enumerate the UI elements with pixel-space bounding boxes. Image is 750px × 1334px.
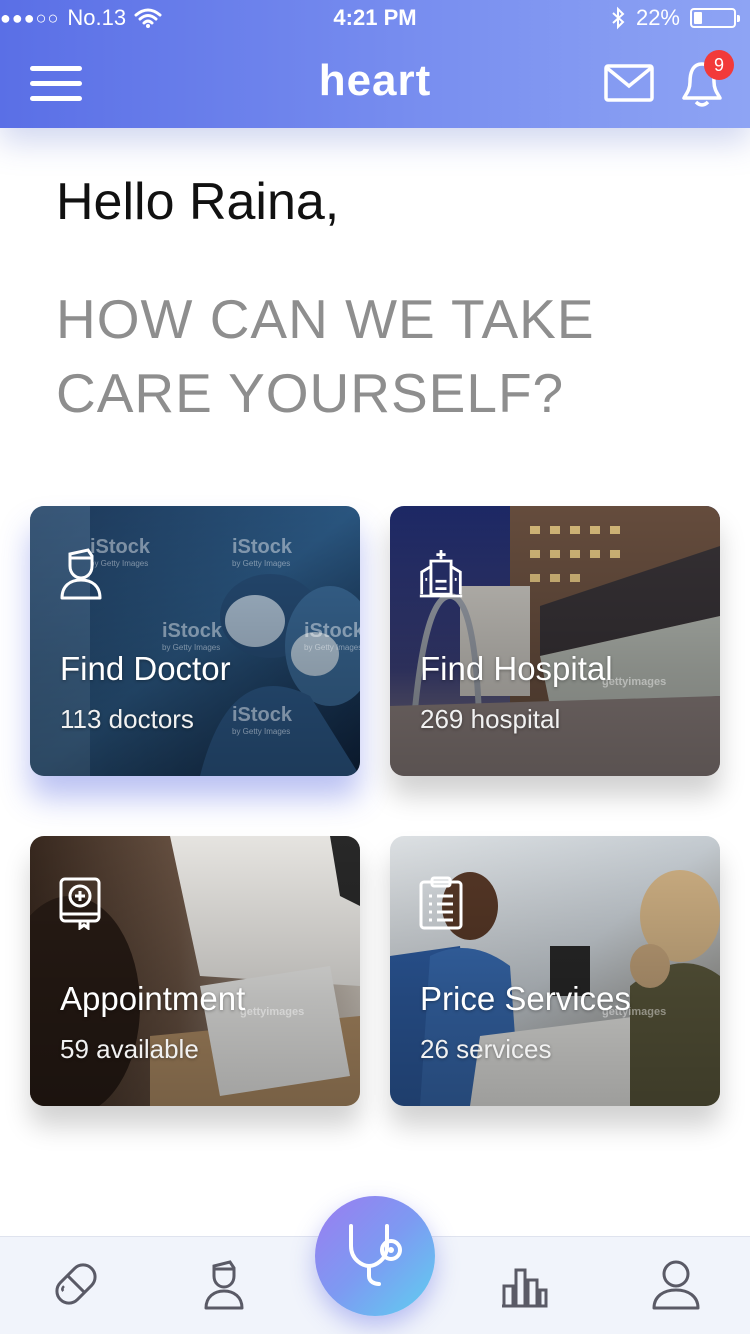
chart-icon[interactable] xyxy=(496,1256,552,1312)
tagline-text: HOW CAN WE TAKE CARE YOURSELF? xyxy=(56,288,595,424)
watermark-text: iStock xyxy=(232,704,293,726)
hospital-icon xyxy=(419,550,463,598)
card-title: Find Hospital xyxy=(420,650,613,687)
watermark: gettyimages xyxy=(240,1006,305,1018)
card-subtitle: 269 hospital xyxy=(420,704,561,734)
bluetooth-icon xyxy=(612,6,625,30)
battery-percent: 22% xyxy=(635,5,680,30)
appointment-card[interactable]: gettyimages Appointment 59 available xyxy=(30,836,360,1106)
card-title: Price Services xyxy=(420,980,631,1017)
doctor-icon[interactable] xyxy=(196,1256,252,1312)
watermark-sub: by Getty Images xyxy=(304,643,360,652)
watermark-text: iStock xyxy=(232,536,293,558)
find-doctor-card[interactable]: iStock by Getty Images iStock by Getty Ima… xyxy=(30,506,360,776)
user-icon[interactable] xyxy=(648,1256,704,1312)
watermark: iStock by Getty Images xyxy=(232,704,292,736)
doctor-icon xyxy=(60,548,102,600)
price-services-card[interactable]: gettyimages Price Services 26 services xyxy=(390,836,720,1106)
watermark-text: iStock xyxy=(162,620,223,642)
watermark-text: iStock xyxy=(304,620,360,642)
battery-fill xyxy=(694,12,702,24)
stethoscope-button[interactable] xyxy=(315,1196,435,1316)
status-bar: ●●●○○ No.13 4:21 PM 22% xyxy=(0,0,750,40)
watermark-sub: by Getty Images xyxy=(232,727,291,736)
status-right: 22% xyxy=(610,5,740,31)
card-subtitle: 59 available xyxy=(60,1034,199,1064)
find-hospital-card[interactable]: gettyimages Find Hospital 269 hospital xyxy=(390,506,720,776)
nav-bar: heart xyxy=(0,40,750,128)
battery-icon xyxy=(690,8,740,28)
card-subtitle: 26 services xyxy=(420,1034,552,1064)
watermark-sub: by Getty Images xyxy=(232,559,291,568)
watermark: iStock by Getty Images xyxy=(304,620,360,652)
stethoscope-icon xyxy=(349,1224,402,1286)
pill-icon[interactable] xyxy=(48,1256,104,1312)
card-title: Appointment xyxy=(60,980,246,1017)
mail-icon[interactable] xyxy=(604,64,654,102)
appointment-icon xyxy=(59,877,101,930)
watermark: iStock by Getty Images xyxy=(232,536,292,568)
card-subtitle: 113 doctors xyxy=(60,704,194,734)
notification-badge: 9 xyxy=(704,50,734,80)
card-title: Find Doctor xyxy=(60,650,231,687)
clipboard-icon xyxy=(419,876,463,930)
greeting-text: Hello Raina, xyxy=(56,173,340,231)
app-header: ●●●○○ No.13 4:21 PM 22% heart 9 xyxy=(0,0,750,128)
watermark: iStock by Getty Images xyxy=(162,620,222,652)
